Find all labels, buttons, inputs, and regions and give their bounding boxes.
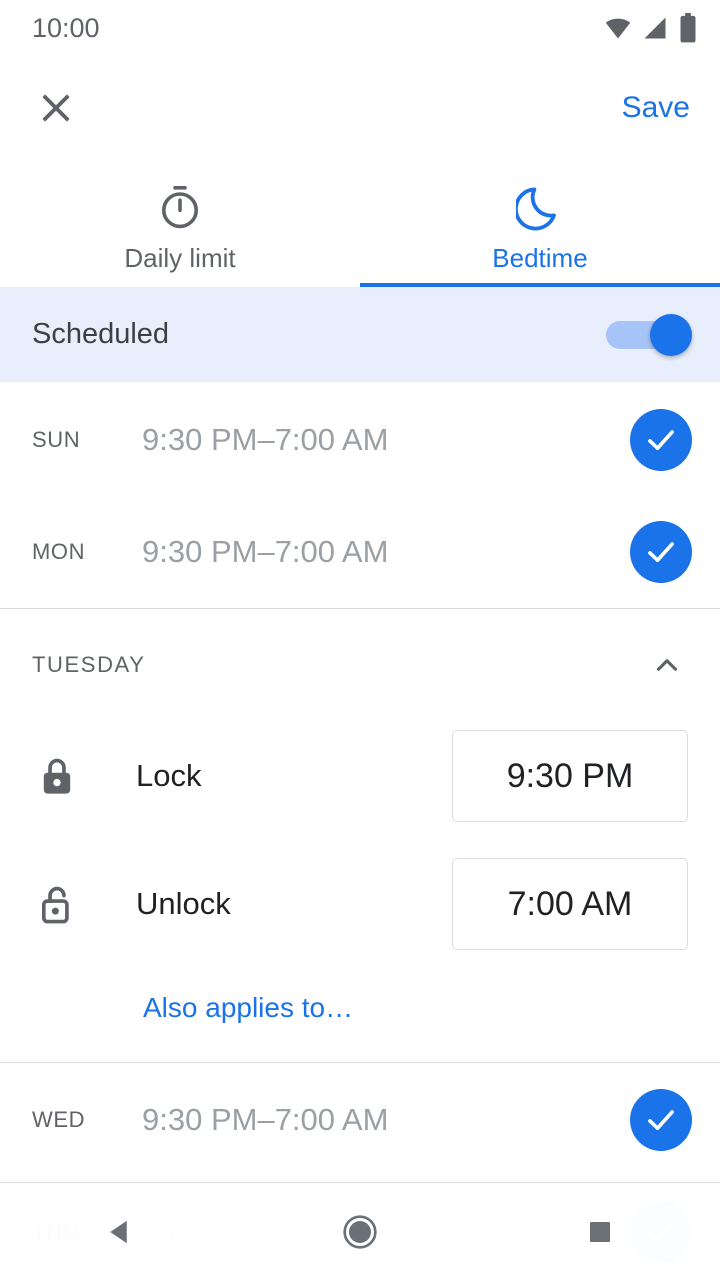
moon-icon (516, 187, 556, 231)
lock-time-button[interactable]: 9:30 PM (452, 730, 688, 822)
tab-daily-limit[interactable]: Daily limit (0, 160, 360, 287)
toggle-thumb (650, 313, 692, 356)
tab-bedtime[interactable]: Bedtime (360, 160, 720, 287)
wifi-icon (605, 18, 631, 39)
also-applies-to-link[interactable]: Also applies to… (143, 992, 353, 1024)
tab-label-daily-limit: Daily limit (124, 243, 236, 273)
day-range-mon: 9:30 PM–7:00 AM (142, 534, 389, 569)
status-bar-icons (604, 13, 698, 43)
lock-open-icon (41, 886, 69, 924)
timer-icon (161, 186, 199, 229)
close-button[interactable] (26, 78, 86, 138)
expanded-day-title: TUESDAY (32, 652, 146, 677)
day-check-sun[interactable] (630, 409, 692, 471)
unlock-time-button[interactable]: 7:00 AM (452, 858, 688, 950)
cellular-signal-icon (644, 17, 666, 39)
system-navigation-bar (0, 1183, 720, 1280)
battery-icon (680, 13, 696, 43)
home-circle-icon (343, 1214, 377, 1249)
divider-above-tuesday (0, 608, 720, 609)
nav-home-button[interactable] (300, 1183, 420, 1280)
day-check-wed[interactable] (630, 1089, 692, 1151)
tab-bar: Daily limit Bedtime (0, 160, 720, 287)
lock-closed-icon (43, 758, 71, 794)
day-abbr-mon: MON (32, 539, 86, 564)
status-bar-clock: 10:00 (32, 12, 100, 43)
day-range-sun: 9:30 PM–7:00 AM (142, 422, 389, 457)
recents-square-icon (590, 1221, 610, 1242)
bedtime-settings-screen: 10:00 Save Daily limit Bedtime Scheduled… (0, 0, 720, 1280)
tab-label-bedtime: Bedtime (492, 243, 588, 273)
check-icon (648, 1110, 674, 1131)
day-check-mon[interactable] (630, 521, 692, 583)
collapse-button[interactable] (642, 640, 692, 690)
close-icon (42, 94, 70, 122)
lock-row: Lock 9:30 PM (0, 716, 720, 836)
unlock-label: Unlock (136, 886, 231, 921)
day-row-sun[interactable]: SUN 9:30 PM–7:00 AM (0, 384, 720, 496)
day-row-mon[interactable]: MON 9:30 PM–7:00 AM (0, 496, 720, 608)
unlock-row: Unlock 7:00 AM (0, 844, 720, 964)
lock-label: Lock (136, 758, 202, 793)
chevron-up-icon (656, 659, 678, 671)
app-bar: Save (0, 56, 720, 160)
lock-open-icon-wrap (34, 881, 80, 927)
back-triangle-icon (110, 1220, 127, 1243)
expanded-day-header-tuesday[interactable]: TUESDAY (0, 630, 720, 700)
scheduled-toggle[interactable] (606, 313, 692, 356)
check-icon (648, 542, 674, 563)
day-range-wed: 9:30 PM–7:00 AM (142, 1102, 389, 1137)
day-row-wed[interactable]: WED 9:30 PM–7:00 AM (0, 1064, 720, 1176)
status-bar: 10:00 (0, 0, 720, 56)
divider-below-tuesday (0, 1062, 720, 1063)
day-abbr-wed: WED (32, 1107, 86, 1132)
day-abbr-sun: SUN (32, 427, 81, 452)
save-button[interactable]: Save (616, 81, 696, 135)
scheduled-row[interactable]: Scheduled (0, 287, 720, 382)
check-icon (648, 430, 674, 451)
scheduled-label: Scheduled (32, 318, 170, 350)
lock-closed-icon-wrap (34, 753, 80, 799)
nav-recents-button[interactable] (540, 1183, 660, 1280)
nav-back-button[interactable] (60, 1183, 180, 1280)
